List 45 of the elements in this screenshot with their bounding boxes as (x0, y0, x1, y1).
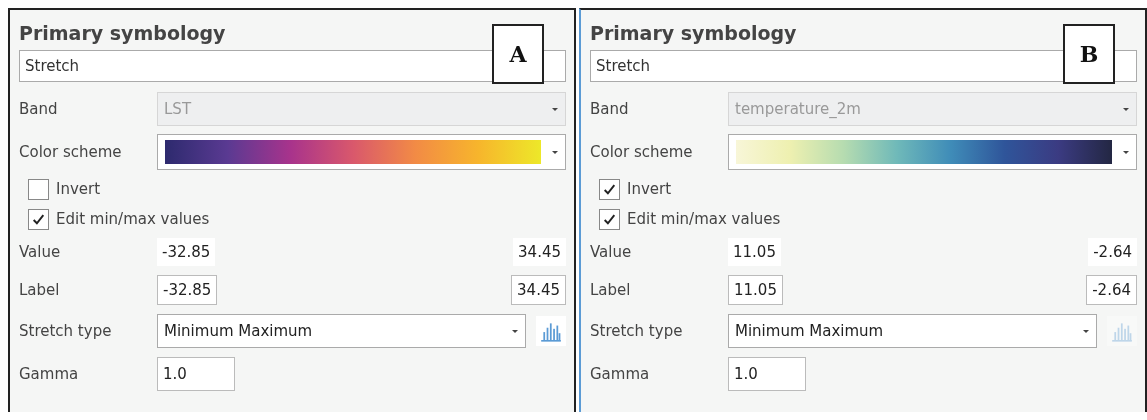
value-field[interactable]: 11.05 (728, 238, 781, 266)
caret-icon (551, 106, 559, 112)
field-label: Label (590, 281, 632, 299)
gamma-field[interactable]: 1.0 (157, 357, 235, 391)
field-label: Stretch type (590, 322, 684, 340)
section-heading: Primary symbology (19, 22, 227, 44)
histogram-button[interactable] (536, 316, 566, 346)
checkbox[interactable] (599, 178, 620, 200)
field-label: Gamma (19, 365, 80, 383)
value-field[interactable]: -32.85 (157, 238, 216, 266)
caret-icon (551, 149, 559, 155)
field-label: Label (19, 281, 61, 299)
field-label: Gamma (590, 365, 651, 383)
label-field[interactable]: -2.64 (1086, 275, 1137, 305)
label-field[interactable]: 11.05 (728, 275, 783, 305)
field-label: Value (19, 243, 62, 261)
label-field[interactable]: 34.45 (511, 275, 566, 305)
checkbox[interactable] (28, 208, 49, 230)
panel-badge: A (492, 24, 544, 84)
checkbox-label: Invert (627, 180, 672, 198)
label-field[interactable]: -32.85 (157, 275, 218, 305)
color-scheme-dropdown[interactable] (157, 134, 566, 170)
checkbox-label: Invert (56, 180, 101, 198)
caret-icon (1082, 328, 1090, 334)
field-label: Stretch type (19, 322, 113, 340)
checkbox-label: Edit min/max values (627, 210, 781, 228)
checkbox[interactable] (28, 178, 49, 200)
section-heading: Primary symbology (590, 22, 798, 44)
field-label: Band (590, 100, 630, 118)
value-field[interactable]: -2.64 (1088, 238, 1137, 266)
field-label: Color scheme (19, 143, 123, 161)
panel-badge: B (1063, 24, 1115, 84)
gamma-field[interactable]: 1.0 (728, 357, 806, 391)
color-scheme-dropdown[interactable] (728, 134, 1137, 170)
caret-icon (1122, 106, 1130, 112)
checkbox-label: Edit min/max values (56, 210, 210, 228)
checkbox[interactable] (599, 208, 620, 230)
field-label: Color scheme (590, 143, 694, 161)
stretch-type-dropdown[interactable]: Minimum Maximum (728, 314, 1097, 348)
caret-icon (511, 328, 519, 334)
field-label: Value (590, 243, 633, 261)
value-field[interactable]: 34.45 (513, 238, 566, 266)
field-label: Band (19, 100, 59, 118)
stretch-type-dropdown[interactable]: Minimum Maximum (157, 314, 526, 348)
caret-icon (1122, 149, 1130, 155)
